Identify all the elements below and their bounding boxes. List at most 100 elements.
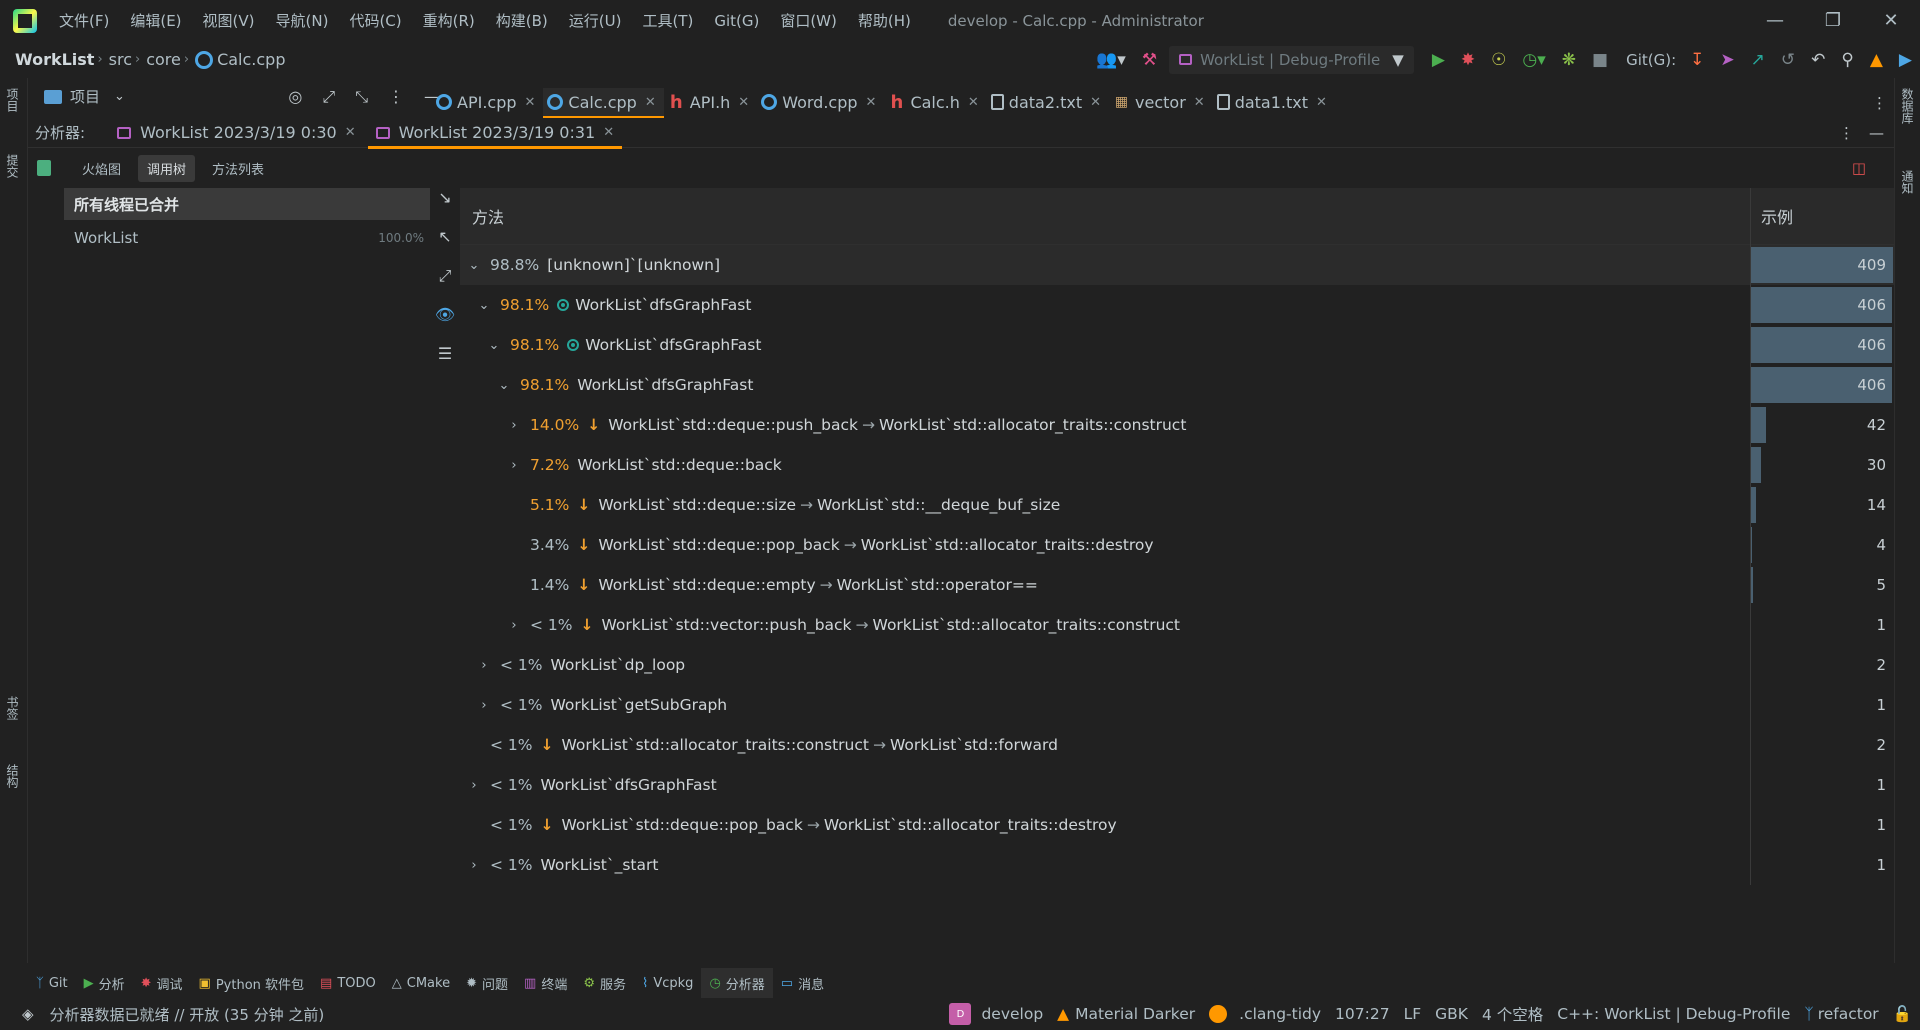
call-tree-row[interactable]: < 1% ↓ WorkList`std::allocator_traits::con… — [460, 725, 1894, 765]
structure-tool-tab[interactable]: 结构 — [4, 764, 21, 788]
tab-flame-graph[interactable]: 火焰图 — [73, 155, 130, 182]
code-context[interactable]: C++: WorkList | Debug-Profile — [1557, 1005, 1790, 1023]
eye-icon[interactable]: 👁 — [430, 305, 460, 344]
call-tree-row[interactable]: › < 1% WorkList`_start 1 — [460, 845, 1894, 885]
close-tab-icon[interactable]: ✕ — [866, 95, 877, 110]
close-tab-icon[interactable]: ✕ — [1316, 95, 1327, 110]
chevron-right-icon[interactable]: › — [476, 658, 492, 673]
expand-all-icon[interactable]: ⤢ — [322, 87, 335, 107]
close-tab-icon[interactable]: ✕ — [1090, 95, 1101, 110]
locate-icon[interactable]: ◎ — [288, 87, 302, 106]
profile-icon[interactable]: ◷▾ — [1522, 50, 1545, 70]
column-method[interactable]: 方法 — [460, 204, 1750, 228]
tab-api-h[interactable]: h API.h ✕ — [664, 88, 757, 116]
menu-navigate[interactable]: 导航(N) — [276, 10, 329, 31]
tool-window-package[interactable]: ▣ Python 软件包 — [191, 968, 313, 998]
focus-icon[interactable]: ⤢ — [430, 266, 460, 305]
compare-icon[interactable]: ◫ — [1852, 159, 1866, 177]
tool-window-messages[interactable]: ▭ 消息 — [773, 968, 832, 998]
call-tree-row[interactable]: › < 1% WorkList`dp_loop 2 — [460, 645, 1894, 685]
project-tool-tab[interactable]: 项目 — [4, 88, 21, 112]
call-tree-row[interactable]: ⌄ 98.8% [unknown]`[unknown] 409 — [460, 245, 1894, 285]
more-options-icon[interactable]: ⋮ — [388, 87, 404, 106]
open-snapshot-icon[interactable] — [37, 160, 51, 176]
call-tree-row[interactable]: › 7.2% WorkList`std::deque::back 30 — [460, 445, 1894, 485]
tool-window-cmake[interactable]: △ CMake — [384, 968, 458, 998]
lock-icon[interactable]: 🔓 — [1893, 1005, 1912, 1023]
run-configuration-select[interactable]: WorkList | Debug-Profile ▼ — [1169, 45, 1414, 74]
breadcrumb-project[interactable]: WorkList — [15, 50, 94, 69]
chevron-down-icon[interactable]: ⌄ — [486, 338, 502, 353]
tab-vector[interactable]: ▦ vector ✕ — [1109, 88, 1213, 116]
collapse-icon[interactable]: ↖ — [430, 227, 460, 266]
tab-word-cpp[interactable]: Word.cpp ✕ — [757, 88, 884, 116]
call-tree-row[interactable]: ⌄ 98.1% WorkList`dfsGraphFast 406 — [460, 365, 1894, 405]
chevron-down-icon[interactable]: ⌄ — [114, 89, 125, 104]
commit-tool-tab[interactable]: 提交 — [4, 154, 21, 178]
tool-window-todo[interactable]: ▤ TODO — [312, 968, 384, 998]
chevron-down-icon[interactable]: ⌄ — [496, 378, 512, 393]
chevron-right-icon[interactable]: › — [506, 618, 522, 633]
debug-icon[interactable]: ✸ — [1461, 50, 1475, 70]
expand-icon[interactable]: ↘ — [430, 188, 460, 227]
profiler-snapshot-tab-2[interactable]: WorkList 2023/3/19 0:31 ✕ — [366, 118, 625, 149]
menu-file[interactable]: 文件(F) — [59, 10, 109, 31]
thread-row[interactable]: WorkList 100.0% — [64, 220, 430, 256]
breadcrumb-file[interactable]: Calc.cpp — [217, 50, 285, 69]
valgrind-icon[interactable]: ❋ — [1562, 50, 1576, 70]
tab-api-cpp[interactable]: API.cpp ✕ — [432, 88, 543, 116]
tab-calc-cpp[interactable]: Calc.cpp ✕ — [543, 88, 665, 118]
call-tree-row[interactable]: 5.1% ↓ WorkList`std::deque::size → WorkList`… — [460, 485, 1894, 525]
git-update-icon[interactable]: ↧ — [1690, 50, 1704, 70]
project-panel-title[interactable]: 项目 — [70, 86, 100, 107]
tab-calc-h[interactable]: h Calc.h ✕ — [884, 88, 986, 116]
call-tree-row[interactable]: › < 1% ↓ WorkList`std::vector::push_back → Wo… — [460, 605, 1894, 645]
theme-name[interactable]: Material Darker — [1075, 1005, 1195, 1023]
call-tree-row[interactable]: › < 1% WorkList`getSubGraph 1 — [460, 685, 1894, 725]
menu-git[interactable]: Git(G) — [714, 12, 759, 30]
menu-code[interactable]: 代码(C) — [349, 10, 401, 31]
hide-panel-icon[interactable]: — — [1869, 124, 1884, 142]
profiler-snapshot-tab-1[interactable]: WorkList 2023/3/19 0:30 ✕ — [107, 118, 366, 148]
indent-setting[interactable]: 4 个空格 — [1482, 1003, 1543, 1025]
chevron-down-icon[interactable]: ⌄ — [476, 298, 492, 313]
update-icon[interactable]: ▲ — [1870, 50, 1883, 70]
call-tree-row[interactable]: ⌄ 98.1% WorkList`dfsGraphFast 406 — [460, 285, 1894, 325]
tool-window-terminal[interactable]: ▥ 终端 — [516, 968, 575, 998]
close-tab-icon[interactable]: ✕ — [645, 95, 656, 110]
restore-button[interactable]: ❐ — [1804, 0, 1862, 41]
vcs-branch[interactable]: refactor — [1818, 1005, 1879, 1023]
list-icon[interactable]: ☰ — [430, 344, 460, 383]
tool-window-vcpkg[interactable]: ⌇ Vcpkg — [634, 968, 701, 998]
git-commit-icon[interactable]: ➤ — [1720, 50, 1734, 70]
layers-icon[interactable]: ◈ — [22, 1005, 34, 1023]
menu-refactor[interactable]: 重构(R) — [423, 10, 475, 31]
close-window-button[interactable]: ✕ — [1862, 0, 1920, 41]
close-tab-icon[interactable]: ✕ — [968, 95, 979, 110]
ide-logo-icon[interactable]: ▶ — [1899, 50, 1912, 70]
chevron-right-icon[interactable]: › — [466, 858, 482, 873]
tab-method-list[interactable]: 方法列表 — [203, 155, 273, 182]
tool-window-services[interactable]: ⚙ 服务 — [575, 968, 634, 998]
breadcrumb-core[interactable]: core — [146, 50, 181, 69]
clang-tidy[interactable]: .clang-tidy — [1239, 1005, 1321, 1023]
chevron-right-icon[interactable]: › — [476, 698, 492, 713]
column-samples[interactable]: 示例 — [1750, 187, 1894, 245]
stop-icon[interactable]: ■ — [1592, 50, 1608, 70]
menu-help[interactable]: 帮助(H) — [858, 10, 911, 31]
caret-position[interactable]: 107:27 — [1335, 1005, 1390, 1023]
call-tree-row[interactable]: 1.4% ↓ WorkList`std::deque::empty → WorkList… — [460, 565, 1894, 605]
menu-build[interactable]: 构建(B) — [496, 10, 548, 31]
call-tree-row[interactable]: ⌄ 98.1% WorkList`dfsGraphFast 406 — [460, 325, 1894, 365]
menu-window[interactable]: 窗口(W) — [780, 10, 837, 31]
close-tab-icon[interactable]: ✕ — [738, 95, 749, 110]
chevron-right-icon[interactable]: › — [466, 778, 482, 793]
tool-window-run[interactable]: ▶ 分析 — [76, 968, 133, 998]
coverage-icon[interactable]: ☉ — [1491, 50, 1506, 70]
breadcrumb-src[interactable]: src — [109, 50, 132, 69]
close-tab-icon[interactable]: ✕ — [1194, 95, 1205, 110]
menu-view[interactable]: 视图(V) — [203, 10, 255, 31]
bookmarks-tool-tab[interactable]: 书签 — [4, 696, 21, 720]
tool-window-problems[interactable]: ✹ 问题 — [458, 968, 516, 998]
minimize-button[interactable]: — — [1746, 0, 1804, 41]
